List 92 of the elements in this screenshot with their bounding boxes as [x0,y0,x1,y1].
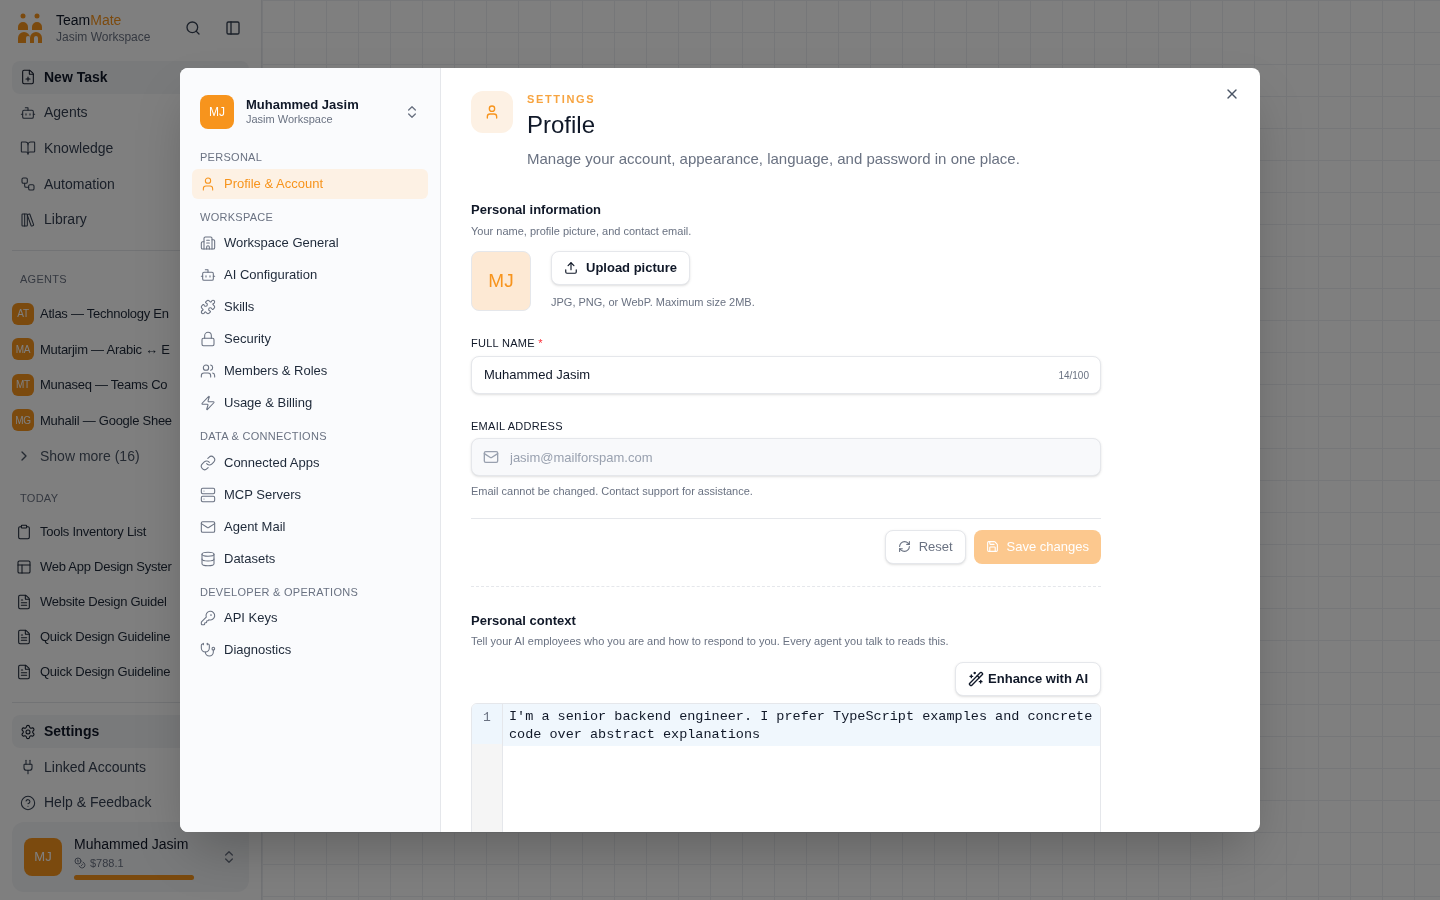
field-label: FULL NAME * [471,336,544,351]
layout-icon [16,558,32,575]
section-heading: PERSONAL [199,150,264,165]
lightning-icon [200,395,216,411]
section-title: Personal information [471,201,603,219]
document-icon [16,664,32,681]
section-description: Tell your AI employees who you are and how to respond to you. Every agent you talk to reads this. [471,634,950,649]
section-title: Personal context [471,611,577,630]
section-heading: DEVELOPER & OPERATIONS [199,584,360,600]
document-icon [16,594,32,611]
robot-icon [20,104,36,121]
settings-nav-item[interactable]: Workspace General [192,228,428,258]
settings-nav-item[interactable]: Diagnostics [192,635,428,665]
agent-name: Muhalil — Google Shee [40,411,172,430]
upload-hint: JPG, PNG, or WebP. Maximum size 2MB. [551,295,755,310]
reset-button[interactable]: Reset [884,529,966,564]
page-subtitle: Manage your account, appearance, language, and password in one place. [527,148,1020,169]
profile-avatar: MJ [471,251,531,311]
settings-nav-item[interactable]: Usage & Billing [192,388,428,418]
context-editor[interactable]: 1 I'm a senior backend engineer. I prefer TypeScript examples and concrete code over abstract explanations [471,702,1101,832]
book-icon [20,140,36,157]
settings-nav-item[interactable]: Members & Roles [192,356,428,386]
eyebrow-label: SETTINGS [527,92,597,107]
help-icon [20,794,36,811]
search-icon[interactable] [185,20,201,37]
section-heading: TODAY [19,490,60,506]
section-heading: DATA & CONNECTIONS [199,429,328,444]
settings-nav-item[interactable]: MCP Servers [192,479,428,510]
nav-item[interactable]: Linked Accounts [12,750,249,784]
user-avatar: MJ [24,837,62,876]
workspace-name: Jasim Workspace [246,113,334,127]
puzzle-icon [200,299,216,315]
nav-item[interactable]: Help & Feedback [12,785,249,820]
settings-nav-item[interactable]: AI Configuration [192,260,428,290]
mail-icon [483,449,499,465]
settings-nav-item[interactable]: Security [192,324,428,354]
key-icon [200,610,216,626]
agent-avatar: AT [12,302,34,325]
save-icon [985,540,999,553]
settings-nav-item[interactable]: Connected Apps [192,447,428,478]
stethoscope-icon [200,642,216,658]
magic-wand-icon [968,670,985,687]
mail-icon [200,518,216,535]
agent-avatar: MG [12,409,34,432]
field-hint: Email cannot be changed. Contact support for assistance. [471,484,754,499]
clipboard-icon [16,523,32,540]
agent-name: Munaseq — Teams Co [40,376,168,395]
sidebar-toggle-icon[interactable] [225,20,241,37]
agent-name: Atlas — Technology En [40,305,169,323]
logo-icon [16,13,44,44]
enhance-button[interactable]: Enhance with AI [955,661,1101,696]
lock-icon [200,331,216,347]
refresh-icon [897,540,911,553]
database-icon [200,550,216,567]
server-icon [200,486,216,503]
coins-icon [74,856,86,869]
balance: $788.1 [90,855,124,871]
section-heading: WORKSPACE [199,209,275,225]
user-icon [484,104,500,120]
settings-icon [20,723,36,740]
user-card[interactable]: MJ Muhammed Jasim $788.1 [12,821,249,893]
section-description: Your name, profile picture, and contact email. [471,223,693,239]
plug-icon [20,759,36,776]
code-line: I'm a senior backend engineer. I prefer TypeScript examples and concrete code over abstract explanations [509,707,1094,744]
upload-button[interactable]: Upload picture [551,251,690,285]
settings-nav-item[interactable]: Agent Mail [192,511,428,542]
users-icon [200,363,216,379]
file-plus-icon [20,69,36,86]
user-name: Muhammed Jasim [74,834,190,854]
settings-nav-item[interactable]: API Keys [192,603,428,633]
user-name: Muhammed Jasim [246,97,359,114]
line-number: 1 [472,703,502,744]
settings-nav-item[interactable]: Skills [192,292,428,322]
robot-icon [200,267,216,283]
agent-avatar: MA [12,338,34,361]
agent-avatar: MT [12,373,34,396]
link-icon [200,454,216,471]
character-counter: 14/100 [1058,368,1089,383]
brand-name: TeamMate [56,12,123,30]
settings-nav-item[interactable]: Datasets [192,543,428,574]
workflow-icon [20,176,36,193]
user-avatar: MJ [200,95,234,129]
upload-icon [564,261,578,275]
building-icon [200,235,216,251]
document-icon [16,629,32,646]
library-icon [20,211,36,228]
agent-name: Mutarjim — Arabic ↔ E [40,340,170,359]
field-label: EMAIL ADDRESS [471,418,564,434]
workspace-name: Jasim Workspace [56,29,151,45]
section-heading: AGENTS [19,272,68,288]
user-icon [200,175,216,192]
page-title: Profile [527,109,597,140]
